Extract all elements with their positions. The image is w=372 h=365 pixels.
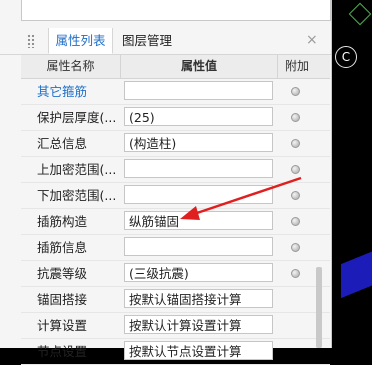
property-value-field[interactable]: 按默认节点设置计算 (124, 341, 273, 360)
property-value-field[interactable]: 纵筋锚固 (124, 211, 273, 230)
property-name: 插筋构造 (37, 214, 88, 229)
table-row[interactable]: 锚固搭接 按默认锚固搭接计算 (21, 287, 330, 313)
table-row[interactable]: 抗震等级 (三级抗震) (21, 261, 330, 287)
table-row[interactable]: 其它箍筋 (21, 79, 330, 105)
extra-checkbox[interactable] (291, 217, 300, 226)
property-name: 插筋信息 (37, 240, 88, 255)
table-row[interactable]: 计算设置 按默认计算设置计算 (21, 313, 330, 339)
property-panel: 属性列表 图层管理 × 属性名称 属性值 附加 其它箍筋保护层厚度(... (25… (0, 0, 332, 365)
table-row[interactable]: 插筋信息 (21, 235, 330, 261)
table-row[interactable]: 汇总信息 (构造柱) (21, 131, 330, 157)
table-row[interactable]: 保护层厚度(... (25) (21, 105, 330, 131)
property-value-field[interactable]: (构造柱) (124, 133, 273, 152)
tab-property-list[interactable]: 属性列表 (48, 28, 113, 54)
drag-grip-icon[interactable] (27, 34, 35, 48)
header-property-value: 属性值 (121, 55, 278, 78)
extra-checkbox[interactable] (291, 191, 300, 200)
property-name: 计算设置 (37, 318, 88, 333)
property-name: 下加密范围(... (37, 188, 117, 203)
table-row[interactable]: 上加密范围(... (21, 157, 330, 183)
property-value-field[interactable] (124, 237, 273, 256)
extra-checkbox[interactable] (291, 165, 300, 174)
property-value-field[interactable]: 按默认计算设置计算 (124, 315, 273, 334)
property-name: 汇总信息 (37, 136, 88, 151)
table-row[interactable]: 节点设置 按默认节点设置计算 (21, 339, 330, 365)
property-value-field[interactable]: (25) (124, 107, 273, 126)
scrollbar-thumb[interactable] (316, 267, 322, 348)
table-row[interactable]: 下加密范围(... (21, 183, 330, 209)
property-name: 保护层厚度(... (37, 110, 117, 125)
extra-checkbox[interactable] (291, 139, 300, 148)
extra-checkbox[interactable] (291, 113, 300, 122)
model-element[interactable] (341, 247, 372, 299)
extra-checkbox[interactable] (291, 269, 300, 278)
table-header: 属性名称 属性值 附加 (21, 55, 330, 79)
property-name: 节点设置 (37, 344, 88, 359)
header-extra: 附加 (284, 59, 309, 73)
property-name: 抗震等级 (37, 266, 88, 281)
property-value-field[interactable]: (三级抗震) (124, 263, 273, 282)
tab-layer-management[interactable]: 图层管理 (122, 28, 172, 53)
property-table: 属性名称 属性值 附加 其它箍筋保护层厚度(... (25) 汇总信息 (构造柱) 上加… (21, 55, 330, 365)
property-value-field[interactable] (124, 81, 273, 100)
property-value-field[interactable] (124, 185, 273, 204)
property-value-field[interactable] (124, 159, 273, 178)
axis-node-label[interactable]: C (335, 46, 357, 68)
header-property-name: 属性名称 (21, 55, 121, 78)
property-name: 锚固搭接 (37, 292, 88, 307)
property-name: 其它箍筋 (37, 84, 88, 99)
upper-panel-area (21, 0, 331, 21)
close-icon[interactable]: × (306, 28, 318, 53)
extra-checkbox[interactable] (291, 243, 300, 252)
property-value-field[interactable]: 按默认锚固搭接计算 (124, 289, 273, 308)
panel-tab-bar: 属性列表 图层管理 × (0, 28, 331, 55)
extra-checkbox[interactable] (291, 87, 300, 96)
property-name: 上加密范围(... (37, 162, 117, 177)
table-row[interactable]: 插筋构造 纵筋锚固 (21, 209, 330, 235)
